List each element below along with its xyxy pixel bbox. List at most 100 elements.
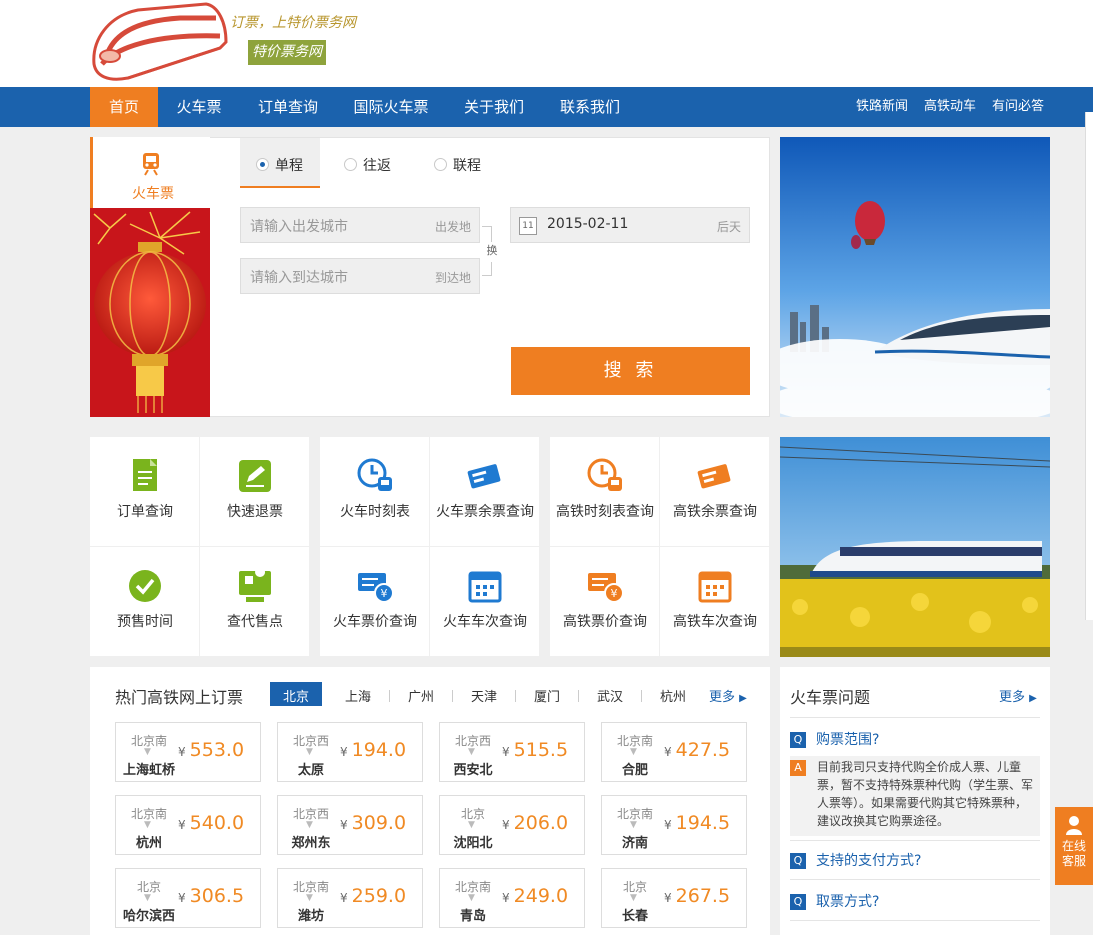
faq-answer-1: A 目前我司只支持代购全价成人票、儿童票，暂不支持特殊票种代购（学生票、军人票等… xyxy=(790,756,1040,836)
train-icon xyxy=(143,153,159,176)
quick-card-9[interactable]: 高铁余票查询 xyxy=(660,437,769,546)
route-card[interactable]: 北京南 ▼ 合肥 ¥427.5 xyxy=(601,722,747,782)
quick-card-2[interactable]: 预售时间 xyxy=(90,547,199,656)
city-tab-3[interactable]: 天津 xyxy=(471,686,497,705)
quick-card-label: 高铁车次查询 xyxy=(673,614,757,630)
route-price: ¥267.5 xyxy=(664,885,730,907)
currency-symbol: ¥ xyxy=(664,745,672,759)
faq-more-link[interactable]: 更多 ▶ xyxy=(999,686,1037,705)
route-card[interactable]: 北京西 ▼ 西安北 ¥515.5 xyxy=(439,722,585,782)
trip-type-multi[interactable]: 联程 xyxy=(434,155,481,175)
route-to: 沈阳北 xyxy=(453,836,493,851)
route-price-value: 249.0 xyxy=(513,885,569,907)
nav-item-international[interactable]: 国际火车票 xyxy=(344,87,438,127)
trip-type-return[interactable]: 往返 xyxy=(344,155,391,175)
quick-card-5[interactable]: 火车票余票查询 xyxy=(430,437,539,546)
train-sky-banner-image[interactable] xyxy=(780,137,1050,417)
lantern-banner-image[interactable] xyxy=(90,208,210,417)
from-city-suffix: 出发地 xyxy=(434,220,471,234)
nav-item-contact[interactable]: 联系我们 xyxy=(552,87,628,127)
online-service-button[interactable]: 在线客服 xyxy=(1055,807,1093,885)
ticket-price-icon: ¥ xyxy=(358,573,394,603)
route-card[interactable]: 北京南 ▼ 上海虹桥 ¥553.0 xyxy=(115,722,261,782)
quick-card-7[interactable]: 火车车次查询 xyxy=(430,547,539,656)
nav-item-order-query[interactable]: 订单查询 xyxy=(248,87,328,127)
route-card[interactable]: 北京 ▼ 哈尔滨西 ¥306.5 xyxy=(115,868,261,928)
currency-symbol: ¥ xyxy=(664,891,672,905)
divider xyxy=(790,840,1040,841)
route-card[interactable]: 北京西 ▼ 郑州东 ¥309.0 xyxy=(277,795,423,855)
quick-card-label: 预售时间 xyxy=(117,614,173,630)
trip-type-return-label: 往返 xyxy=(363,158,391,174)
a-badge: A xyxy=(790,760,806,776)
side-floating-panel[interactable] xyxy=(1085,112,1093,620)
quick-card-0[interactable]: 订单查询 xyxy=(90,437,199,546)
nav-link-rail-news[interactable]: 铁路新闻 xyxy=(856,87,908,127)
date-input[interactable]: 11 2015-02-11 后天 xyxy=(510,207,750,243)
route-card[interactable]: 北京 ▼ 沈阳北 ¥206.0 xyxy=(439,795,585,855)
swap-button[interactable]: 换 xyxy=(484,242,500,262)
route-price-value: 427.5 xyxy=(675,739,731,761)
quick-card-1[interactable]: 快速退票 xyxy=(200,437,309,546)
logo-train-icon[interactable] xyxy=(88,2,230,82)
trip-type-oneway[interactable]: 单程 xyxy=(240,138,320,188)
city-tab-6[interactable]: 杭州 xyxy=(660,686,686,705)
route-price: ¥306.5 xyxy=(178,885,244,907)
hot-more-link[interactable]: 更多 ▶ xyxy=(709,686,747,705)
quick-card-10[interactable]: ¥ 高铁票价查询 xyxy=(550,547,659,656)
city-tab-0[interactable]: 北京 xyxy=(283,686,309,705)
clock-train-icon xyxy=(587,458,622,491)
divider xyxy=(790,920,1040,921)
route-card[interactable]: 北京西 ▼ 太原 ¥194.0 xyxy=(277,722,423,782)
from-city-input[interactable]: 请输入出发城市 出发地 xyxy=(240,207,480,243)
quick-card-8[interactable]: 高铁时刻表查询 xyxy=(550,437,659,546)
divider xyxy=(790,717,1040,718)
route-to: 哈尔滨西 xyxy=(122,909,175,924)
radio-oneway[interactable] xyxy=(256,158,269,171)
document-icon xyxy=(133,459,157,491)
faq-title: 火车票问题 xyxy=(790,688,871,707)
radio-return[interactable] xyxy=(344,158,357,171)
faq-question-3[interactable]: Q 取票方式? xyxy=(790,891,879,911)
route-card[interactable]: 北京南 ▼ 潍坊 ¥259.0 xyxy=(277,868,423,928)
route-price: ¥259.0 xyxy=(340,885,406,907)
clock-train-icon xyxy=(357,458,392,491)
route-card[interactable]: 北京南 ▼ 杭州 ¥540.0 xyxy=(115,795,261,855)
nav-item-train-ticket[interactable]: 火车票 xyxy=(165,87,233,127)
date-hint: 后天 xyxy=(716,220,741,234)
nav-link-high-speed[interactable]: 高铁动车 xyxy=(924,87,976,127)
to-city-input[interactable]: 请输入到达城市 到达地 xyxy=(240,258,480,294)
faq-question-1[interactable]: Q 购票范围? xyxy=(790,729,879,749)
arrow-down-icon: ▼ xyxy=(144,893,151,903)
tab-train-ticket[interactable]: 火车票 xyxy=(90,137,210,209)
quick-card-4[interactable]: 火车时刻表 xyxy=(320,437,429,546)
city-tab-5[interactable]: 武汉 xyxy=(597,686,623,705)
tickets-icon xyxy=(697,464,731,489)
nav-item-home[interactable]: 首页 xyxy=(90,87,158,127)
quick-card-3[interactable]: 查代售点 xyxy=(200,547,309,656)
currency-symbol: ¥ xyxy=(502,891,510,905)
arrow-down-icon: ▼ xyxy=(468,893,475,903)
city-tab-1[interactable]: 上海 xyxy=(345,686,371,705)
arrow-down-icon: ▼ xyxy=(144,747,151,757)
train-field-banner-image[interactable] xyxy=(780,437,1050,657)
route-price: ¥515.5 xyxy=(502,739,568,761)
faq-question-2[interactable]: Q 支持的支付方式? xyxy=(790,850,921,870)
nav-link-faq[interactable]: 有问必答 xyxy=(992,87,1044,127)
city-tab-4[interactable]: 厦门 xyxy=(534,686,560,705)
city-tab-2[interactable]: 广州 xyxy=(408,686,434,705)
quick-card-label: 快速退票 xyxy=(227,504,283,520)
user-icon xyxy=(1066,816,1082,835)
route-card[interactable]: 北京南 ▼ 青岛 ¥249.0 xyxy=(439,868,585,928)
search-button[interactable]: 搜 索 xyxy=(511,347,750,395)
nav-item-about[interactable]: 关于我们 xyxy=(455,87,533,127)
to-city-placeholder: 请输入到达城市 xyxy=(250,270,348,286)
quick-card-11[interactable]: 高铁车次查询 xyxy=(660,547,769,656)
quick-card-6[interactable]: ¥ 火车票价查询 xyxy=(320,547,429,656)
route-price-value: 515.5 xyxy=(513,739,569,761)
tab-train-ticket-label: 火车票 xyxy=(132,186,174,202)
route-card[interactable]: 北京南 ▼ 济南 ¥194.5 xyxy=(601,795,747,855)
radio-multi[interactable] xyxy=(434,158,447,171)
to-city-suffix: 到达地 xyxy=(434,271,471,285)
route-card[interactable]: 北京 ▼ 长春 ¥267.5 xyxy=(601,868,747,928)
